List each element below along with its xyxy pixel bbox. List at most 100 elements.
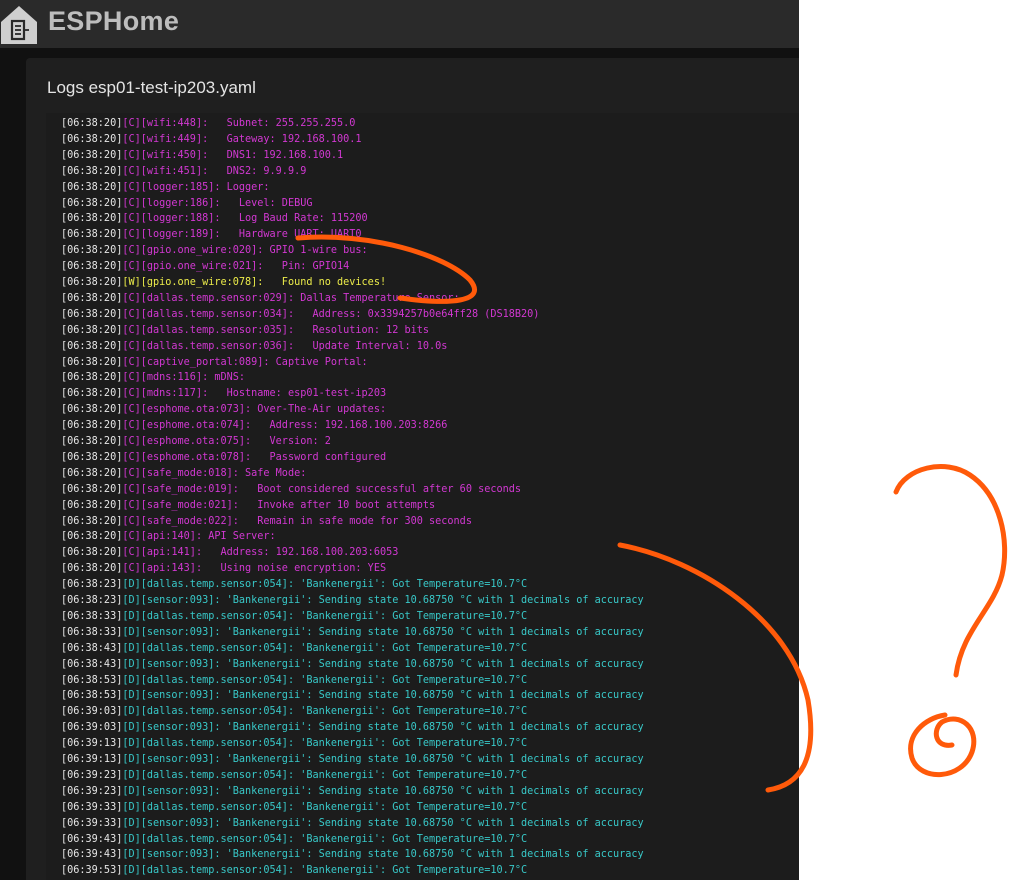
log-message: [C][esphome.ota:073]: Over-The-Air updat… — [122, 404, 387, 416]
log-message: [C][logger:185]: Logger: — [122, 181, 270, 193]
log-line: [06:38:20][C][wifi:449]: Gateway: 192.16… — [61, 132, 362, 148]
log-message: [D][sensor:093]: 'Bankenergii': Sending … — [122, 785, 644, 797]
log-timestamp: [06:38:33] — [61, 610, 123, 622]
log-timestamp: [06:39:03] — [61, 706, 123, 718]
log-timestamp: [06:38:20] — [61, 404, 123, 416]
log-message: [C][gpio.one_wire:021]: Pin: GPIO14 — [122, 261, 350, 273]
log-message: [D][sensor:093]: 'Bankenergii': Sending … — [122, 817, 644, 829]
log-timestamp: [06:38:20] — [61, 308, 123, 320]
log-message: [C][gpio.one_wire:020]: GPIO 1-wire bus: — [122, 245, 368, 257]
log-timestamp: [06:38:20] — [61, 245, 123, 257]
log-message: [D][sensor:093]: 'Bankenergii': Sending … — [122, 626, 644, 638]
log-line: [06:38:20][C][logger:186]: Level: DEBUG — [61, 196, 312, 212]
log-line: [06:38:23][D][sensor:093]: 'Bankenergii'… — [61, 593, 644, 609]
log-timestamp: [06:39:43] — [61, 833, 123, 845]
log-message: [D][sensor:093]: 'Bankenergii': Sending … — [122, 722, 644, 734]
log-timestamp: [06:38:53] — [61, 690, 123, 702]
log-timestamp: [06:38:20] — [61, 483, 123, 495]
log-line: [06:39:33][D][dallas.temp.sensor:054]: '… — [61, 800, 527, 816]
log-line: [06:38:20][C][gpio.one_wire:021]: Pin: G… — [61, 259, 349, 275]
log-timestamp: [06:39:13] — [61, 738, 123, 750]
log-line: [06:38:20][C][dallas.temp.sensor:036]: U… — [61, 339, 447, 355]
log-line: [06:38:20][C][mdns:117]: Hostname: esp01… — [61, 386, 386, 402]
log-timestamp: [06:38:20] — [61, 165, 123, 177]
log-line: [06:39:03][D][sensor:093]: 'Bankenergii'… — [61, 720, 644, 736]
log-timestamp: [06:38:20] — [61, 118, 123, 129]
log-message: [C][wifi:449]: Gateway: 192.168.100.1 — [122, 133, 362, 145]
log-line: [06:38:20][C][wifi:451]: DNS2: 9.9.9.9 — [61, 164, 306, 180]
log-message: [W][gpio.one_wire:078]: Found no devices… — [122, 277, 387, 288]
log-message: [D][sensor:093]: 'Bankenergii': Sending … — [122, 849, 644, 861]
log-output[interactable]: [06:38:20][C][wifi:448]: Subnet: 255.255… — [46, 113, 799, 880]
logs-dialog: Logs esp01-test-ip203.yaml [06:38:20][C]… — [26, 58, 799, 880]
log-message: [D][sensor:093]: 'Bankenergii': Sending … — [122, 595, 644, 606]
log-line: [06:38:20][C][api:143]: Using noise encr… — [61, 561, 386, 577]
log-message: [D][sensor:093]: 'Bankenergii': Sending … — [122, 754, 644, 765]
log-message: [D][dallas.temp.sensor:054]: 'Bankenergi… — [122, 642, 528, 654]
log-timestamp: [06:38:20] — [61, 420, 123, 432]
log-line: [06:38:20][W][gpio.one_wire:078]: Found … — [61, 275, 386, 291]
log-line: [06:38:53][D][sensor:093]: 'Bankenergii'… — [61, 688, 644, 704]
log-timestamp: [06:38:20] — [61, 324, 123, 336]
log-message: [C][api:140]: API Server: — [122, 531, 276, 543]
log-line: [06:39:23][D][sensor:093]: 'Bankenergii'… — [61, 784, 644, 800]
log-line: [06:38:20][C][captive_portal:089]: Capti… — [61, 355, 368, 371]
log-line: [06:38:43][D][sensor:093]: 'Bankenergii'… — [61, 657, 644, 673]
log-message: [D][sensor:093]: 'Bankenergii': Sending … — [122, 658, 644, 670]
log-timestamp: [06:38:20] — [61, 261, 123, 273]
log-timestamp: [06:39:13] — [61, 754, 123, 765]
log-line: [06:39:23][D][dallas.temp.sensor:054]: '… — [61, 768, 527, 784]
log-timestamp: [06:38:43] — [61, 658, 123, 670]
log-timestamp: [06:39:03] — [61, 722, 123, 734]
log-timestamp: [06:38:20] — [61, 436, 123, 447]
log-message: [D][dallas.temp.sensor:054]: 'Bankenergi… — [122, 833, 528, 845]
log-timestamp: [06:38:20] — [61, 213, 123, 225]
log-line: [06:38:20][C][logger:188]: Log Baud Rate… — [61, 211, 368, 227]
log-timestamp: [06:38:20] — [61, 277, 123, 288]
log-timestamp: [06:38:20] — [61, 467, 123, 479]
log-line: [06:38:20][C][api:141]: Address: 192.168… — [61, 545, 398, 561]
log-timestamp: [06:38:20] — [61, 292, 123, 304]
log-message: [C][mdns:116]: mDNS: — [122, 372, 246, 384]
log-timestamp: [06:38:23] — [61, 579, 123, 591]
log-timestamp: [06:38:20] — [61, 547, 123, 559]
log-timestamp: [06:39:33] — [61, 801, 123, 813]
log-timestamp: [06:38:20] — [61, 515, 123, 527]
log-line: [06:38:20][C][dallas.temp.sensor:029]: D… — [61, 291, 460, 307]
log-timestamp: [06:39:23] — [61, 769, 123, 781]
log-timestamp: [06:38:20] — [61, 451, 123, 463]
log-line: [06:38:20][C][wifi:448]: Subnet: 255.255… — [61, 116, 355, 132]
log-message: [D][dallas.temp.sensor:054]: 'Bankenergi… — [122, 738, 528, 750]
log-message: [C][safe_mode:018]: Safe Mode: — [122, 467, 307, 479]
log-timestamp: [06:38:20] — [61, 531, 123, 543]
log-line: [06:39:33][D][sensor:093]: 'Bankenergii'… — [61, 816, 644, 832]
log-line: [06:38:20][C][safe_mode:019]: Boot consi… — [61, 482, 521, 498]
log-timestamp: [06:38:43] — [61, 642, 123, 654]
log-line: [06:39:13][D][dallas.temp.sensor:054]: '… — [61, 736, 527, 752]
log-line: [06:39:53][D][dallas.temp.sensor:054]: '… — [61, 863, 527, 879]
log-message: [D][dallas.temp.sensor:054]: 'Bankenergi… — [122, 769, 528, 781]
log-timestamp: [06:38:20] — [61, 356, 123, 368]
app-title: ESPHome — [48, 6, 180, 36]
log-timestamp: [06:39:43] — [61, 849, 123, 861]
log-line: [06:38:20][C][logger:185]: Logger: — [61, 180, 270, 196]
log-message: [D][dallas.temp.sensor:054]: 'Bankenergi… — [122, 610, 528, 622]
log-line: [06:38:20][C][safe_mode:022]: Remain in … — [61, 514, 472, 530]
log-timestamp: [06:38:20] — [61, 149, 123, 161]
log-message: [C][dallas.temp.sensor:029]: Dallas Temp… — [122, 292, 460, 304]
log-message: [C][esphome.ota:075]: Version: 2 — [122, 436, 331, 447]
log-line: [06:38:20][C][api:140]: API Server: — [61, 529, 276, 545]
log-message: [C][api:141]: Address: 192.168.100.203:6… — [122, 547, 399, 559]
log-timestamp: [06:38:33] — [61, 626, 123, 638]
log-line: [06:38:20][C][esphome.ota:074]: Address:… — [61, 418, 447, 434]
log-message: [D][dallas.temp.sensor:054]: 'Bankenergi… — [122, 706, 528, 718]
log-message: [C][dallas.temp.sensor:034]: Address: 0x… — [122, 308, 540, 320]
log-line: [06:38:53][D][dallas.temp.sensor:054]: '… — [61, 673, 527, 689]
log-message: [C][safe_mode:021]: Invoke after 10 boot… — [122, 499, 436, 511]
log-message: [C][dallas.temp.sensor:035]: Resolution:… — [122, 324, 430, 336]
log-message: [C][wifi:451]: DNS2: 9.9.9.9 — [122, 165, 307, 177]
annotation-question-mark — [893, 464, 1008, 678]
log-message: [C][dallas.temp.sensor:036]: Update Inte… — [122, 340, 448, 352]
log-message: [C][wifi:448]: Subnet: 255.255.255.0 — [122, 118, 356, 129]
log-timestamp: [06:38:20] — [61, 563, 123, 575]
